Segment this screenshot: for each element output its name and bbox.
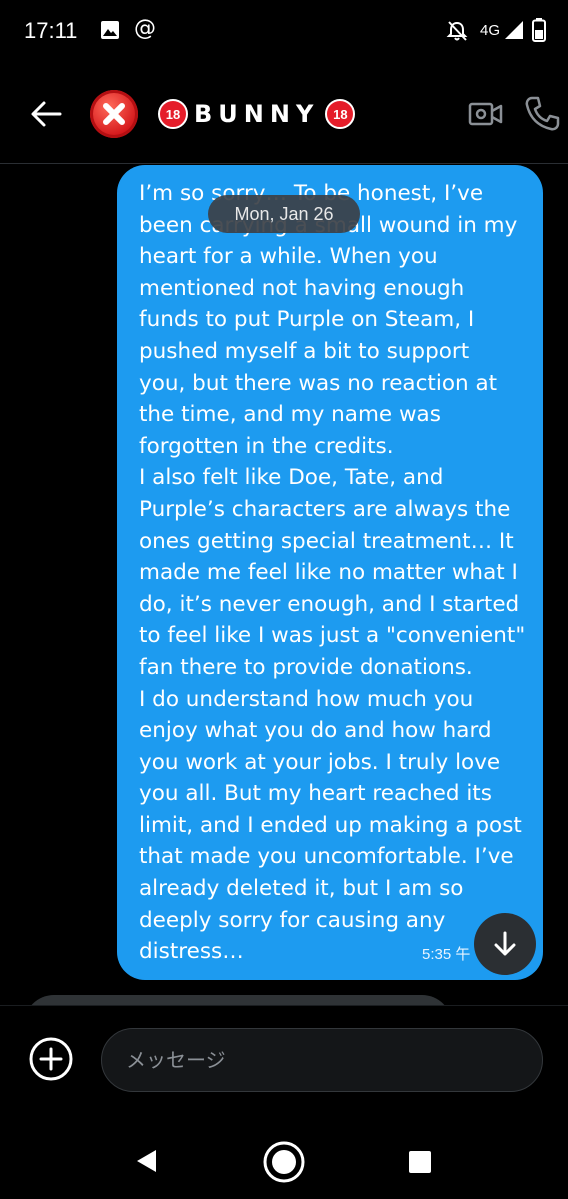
avatar[interactable] — [90, 90, 138, 138]
nav-recents-icon[interactable] — [408, 1150, 432, 1174]
message-text: I’m so sorry… To be honest, I’ve been ca… — [139, 181, 526, 965]
signal-icon — [505, 21, 523, 39]
scroll-down-button[interactable] — [474, 913, 536, 975]
message-timestamp: 5:35 午 — [422, 946, 471, 963]
arrow-down-icon — [494, 931, 516, 956]
phone-icon[interactable] — [522, 94, 562, 134]
message-list[interactable]: I’m so sorry… To be honest, I’ve been ca… — [0, 165, 568, 1005]
add-attachment-icon[interactable] — [28, 1036, 74, 1082]
adult-badge-icon: 18 — [158, 99, 188, 129]
chat-header: 18 BUNNY 18 — [0, 64, 568, 164]
at-icon: @ — [134, 16, 156, 41]
nav-back-icon[interactable] — [134, 1148, 160, 1174]
gallery-icon — [101, 21, 119, 39]
status-time: 17:11 — [24, 18, 78, 43]
contact-name-text: BUNNY — [194, 100, 320, 128]
message-input[interactable] — [101, 1028, 543, 1092]
nav-home-icon[interactable] — [262, 1140, 306, 1184]
date-separator: Mon, Jan 26 — [208, 195, 360, 233]
network-label: 4G — [480, 22, 501, 39]
close-circle-icon — [103, 103, 125, 125]
adult-badge-icon: 18 — [325, 99, 356, 129]
back-arrow-icon[interactable] — [26, 94, 66, 134]
message-composer — [0, 1005, 568, 1110]
partial-message-bubble — [24, 995, 452, 1005]
battery-icon — [532, 18, 546, 42]
contact-name[interactable]: 18 BUNNY 18 — [158, 96, 356, 132]
mute-icon — [446, 21, 468, 41]
status-bar: 17:11 @ 4G — [0, 0, 568, 64]
system-nav-bar — [0, 1110, 568, 1199]
video-call-icon[interactable] — [468, 98, 504, 130]
